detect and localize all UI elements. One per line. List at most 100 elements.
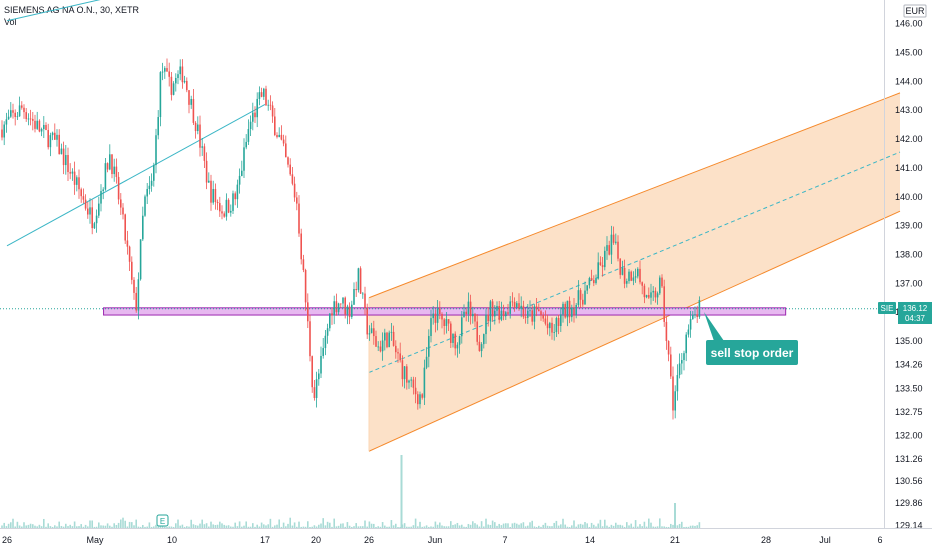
price-tick-label: 142.00 xyxy=(895,134,923,144)
price-chart[interactable]: sell stop order 147.00146.00145.00144.00… xyxy=(0,0,932,550)
volume-bar xyxy=(82,526,85,528)
volume-bar xyxy=(49,526,52,528)
candle-body xyxy=(434,313,437,323)
candle-body xyxy=(502,310,505,316)
volume-bar xyxy=(51,526,54,528)
volume-bar xyxy=(249,526,252,528)
volume-bar xyxy=(381,522,384,528)
volume-bar xyxy=(544,522,547,528)
volume-bar xyxy=(346,522,349,528)
volume-bar xyxy=(408,526,410,528)
volume-bar xyxy=(241,526,243,528)
candle-body xyxy=(577,290,580,306)
volume-bar xyxy=(344,526,346,528)
volume-bar xyxy=(414,518,417,528)
volume-bar xyxy=(168,526,170,528)
volume-bar xyxy=(652,526,654,528)
candle-body xyxy=(634,276,637,278)
candle-body xyxy=(87,208,89,215)
volume-bar xyxy=(557,525,560,528)
volume-bar xyxy=(122,517,124,528)
candle-body xyxy=(25,112,27,120)
volume-bar xyxy=(32,524,34,528)
candle-body xyxy=(516,303,518,308)
candle-body xyxy=(23,107,25,113)
volume-bar xyxy=(621,525,624,528)
price-tick-label: 143.00 xyxy=(895,105,923,115)
candle-body xyxy=(153,165,155,181)
volume-bar xyxy=(540,526,542,528)
candle-body xyxy=(555,318,558,333)
volume-bar xyxy=(667,526,670,528)
currency-label: EUR xyxy=(905,6,925,16)
candle-body xyxy=(289,164,291,175)
candle-body xyxy=(500,310,503,320)
candle-body xyxy=(58,134,60,155)
candle-body xyxy=(164,68,166,72)
candle-body xyxy=(439,308,441,314)
candle-body xyxy=(89,207,91,215)
price-tick-label: 133.50 xyxy=(895,383,923,393)
candle-body xyxy=(170,76,173,95)
candle-body xyxy=(315,379,318,398)
volume-bar xyxy=(56,526,58,528)
volume-bar xyxy=(419,521,421,528)
volume-bar xyxy=(656,526,659,528)
volume-bar xyxy=(146,526,148,528)
candle-body xyxy=(161,71,164,73)
volume-bar xyxy=(298,521,300,528)
candle-body xyxy=(340,303,342,305)
candle-body xyxy=(654,290,657,298)
candle-body xyxy=(509,301,511,314)
price-axis[interactable]: 147.00146.00145.00144.00143.00142.00141.… xyxy=(895,0,923,531)
candle-body xyxy=(628,271,630,282)
volume-bar xyxy=(258,526,261,528)
earnings-marker[interactable]: E xyxy=(156,514,169,527)
volume-bar xyxy=(40,526,43,528)
price-tick-label: 132.75 xyxy=(895,407,923,417)
candle-body xyxy=(32,118,34,121)
candle-body xyxy=(617,241,619,259)
volume-bar xyxy=(27,524,30,528)
symbol-text: SIE xyxy=(881,304,894,313)
volume-bar xyxy=(254,526,256,528)
volume-bar xyxy=(234,522,236,528)
volume-bar xyxy=(326,521,329,528)
candle-body xyxy=(505,312,507,316)
volume-bar xyxy=(227,525,230,528)
candle-body xyxy=(47,130,49,148)
volume-bar xyxy=(208,526,210,528)
candle-body xyxy=(177,74,179,78)
volume-bar xyxy=(166,526,168,528)
candle-body xyxy=(186,80,188,91)
volume-bar xyxy=(505,523,507,528)
candle-body xyxy=(27,118,30,120)
volume-bar xyxy=(102,525,104,528)
volume-bar xyxy=(135,519,137,528)
time-axis[interactable]: 26 May 10 17 20 26 Jun 7 14 21 28 Jul 6 xyxy=(2,535,883,545)
candle-body xyxy=(302,259,305,271)
volume-bar xyxy=(331,526,333,528)
candle-body xyxy=(397,352,399,354)
volume-bar xyxy=(150,526,153,528)
sell-stop-callout[interactable]: sell stop order xyxy=(704,312,798,365)
candle-body xyxy=(271,105,274,117)
volume-bar xyxy=(181,524,184,528)
volume-bar xyxy=(465,526,467,528)
volume-bar xyxy=(604,519,606,528)
candle-body xyxy=(670,354,672,377)
candle-body xyxy=(604,250,606,268)
chart-drawings[interactable] xyxy=(6,0,901,452)
volume-bar xyxy=(445,526,448,528)
volume-bar xyxy=(659,518,661,528)
candle-body xyxy=(100,190,102,204)
candle-body xyxy=(155,135,157,166)
volume-bar xyxy=(474,523,476,528)
candle-body xyxy=(355,289,357,291)
candle-body xyxy=(421,394,423,398)
candle-body xyxy=(599,262,602,266)
candle-body xyxy=(390,331,393,333)
volume-bar xyxy=(342,523,344,528)
volume-bar xyxy=(529,522,531,528)
candle-body xyxy=(661,277,663,287)
